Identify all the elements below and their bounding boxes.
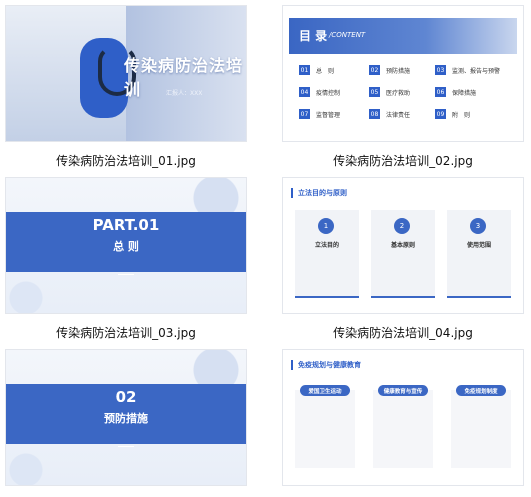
toc-item: 03 监测、报告与预警	[435, 65, 501, 75]
divider	[118, 274, 134, 275]
card: 2 基本原则	[371, 210, 435, 298]
thumbnail-slide-02[interactable]: 目 录 /CONTENT 01 总 则 02 预防措施 03 监测、报告与预警 04 疫…	[283, 6, 523, 141]
toc-item: 01 总 则	[299, 65, 335, 75]
slide-header: 目 录 /CONTENT	[289, 18, 517, 54]
slide-subtitle: 汇报人：XXX	[166, 90, 203, 97]
file-caption[interactable]: 传染病防治法培训_04.jpg	[278, 324, 528, 341]
thumbnail-slide-06[interactable]: 免疫规划与健康教育 爱国卫生运动 健康教育与宣传 免疫规划制度	[283, 350, 523, 485]
toc-item: 06 保障措施	[435, 87, 477, 97]
file-caption[interactable]: 传染病防治法培训_03.jpg	[1, 324, 251, 341]
card	[373, 390, 433, 468]
card-pill: 爱国卫生运动	[300, 385, 350, 396]
toc-item: 09 附 则	[435, 109, 471, 119]
toc-item: 05 医疗救助	[369, 87, 411, 97]
file-caption[interactable]: 传染病防治法培训_02.jpg	[278, 152, 528, 169]
part-number: PART.01	[92, 216, 160, 234]
part-title: 总 则	[113, 240, 139, 253]
card: 3 使用范围	[447, 210, 511, 298]
toc-item: 07 监督管理	[299, 109, 341, 119]
thumbnail-slide-04[interactable]: 立法目的与原则 1 立法目的 2 基本原则 3 使用范围	[283, 178, 523, 313]
slide-title-en: /CONTENT	[329, 31, 366, 39]
slide-heading: 立法目的与原则	[291, 188, 347, 198]
thumbnail-slide-01[interactable]: 传染病防治法培训 汇报人：XXX	[6, 6, 246, 141]
divider	[118, 446, 134, 447]
part-number: 02	[115, 388, 137, 406]
toc-item: 04 疫情控制	[299, 87, 341, 97]
slide-heading: 免疫规划与健康教育	[291, 360, 361, 370]
card-pill: 健康教育与宣传	[378, 385, 428, 396]
card	[451, 390, 511, 468]
slide-title: 目 录	[299, 29, 328, 43]
file-caption[interactable]: 传染病防治法培训_01.jpg	[1, 152, 251, 169]
toc-item: 08 法律责任	[369, 109, 411, 119]
card	[295, 390, 355, 468]
toc-item: 02 预防措施	[369, 65, 411, 75]
thumbnail-slide-05[interactable]: 02 预防措施	[6, 350, 246, 485]
thumbnail-slide-03[interactable]: PART.01 总 则	[6, 178, 246, 313]
part-title: 预防措施	[104, 412, 148, 425]
card: 1 立法目的	[295, 210, 359, 298]
card-pill: 免疫规划制度	[456, 385, 506, 396]
